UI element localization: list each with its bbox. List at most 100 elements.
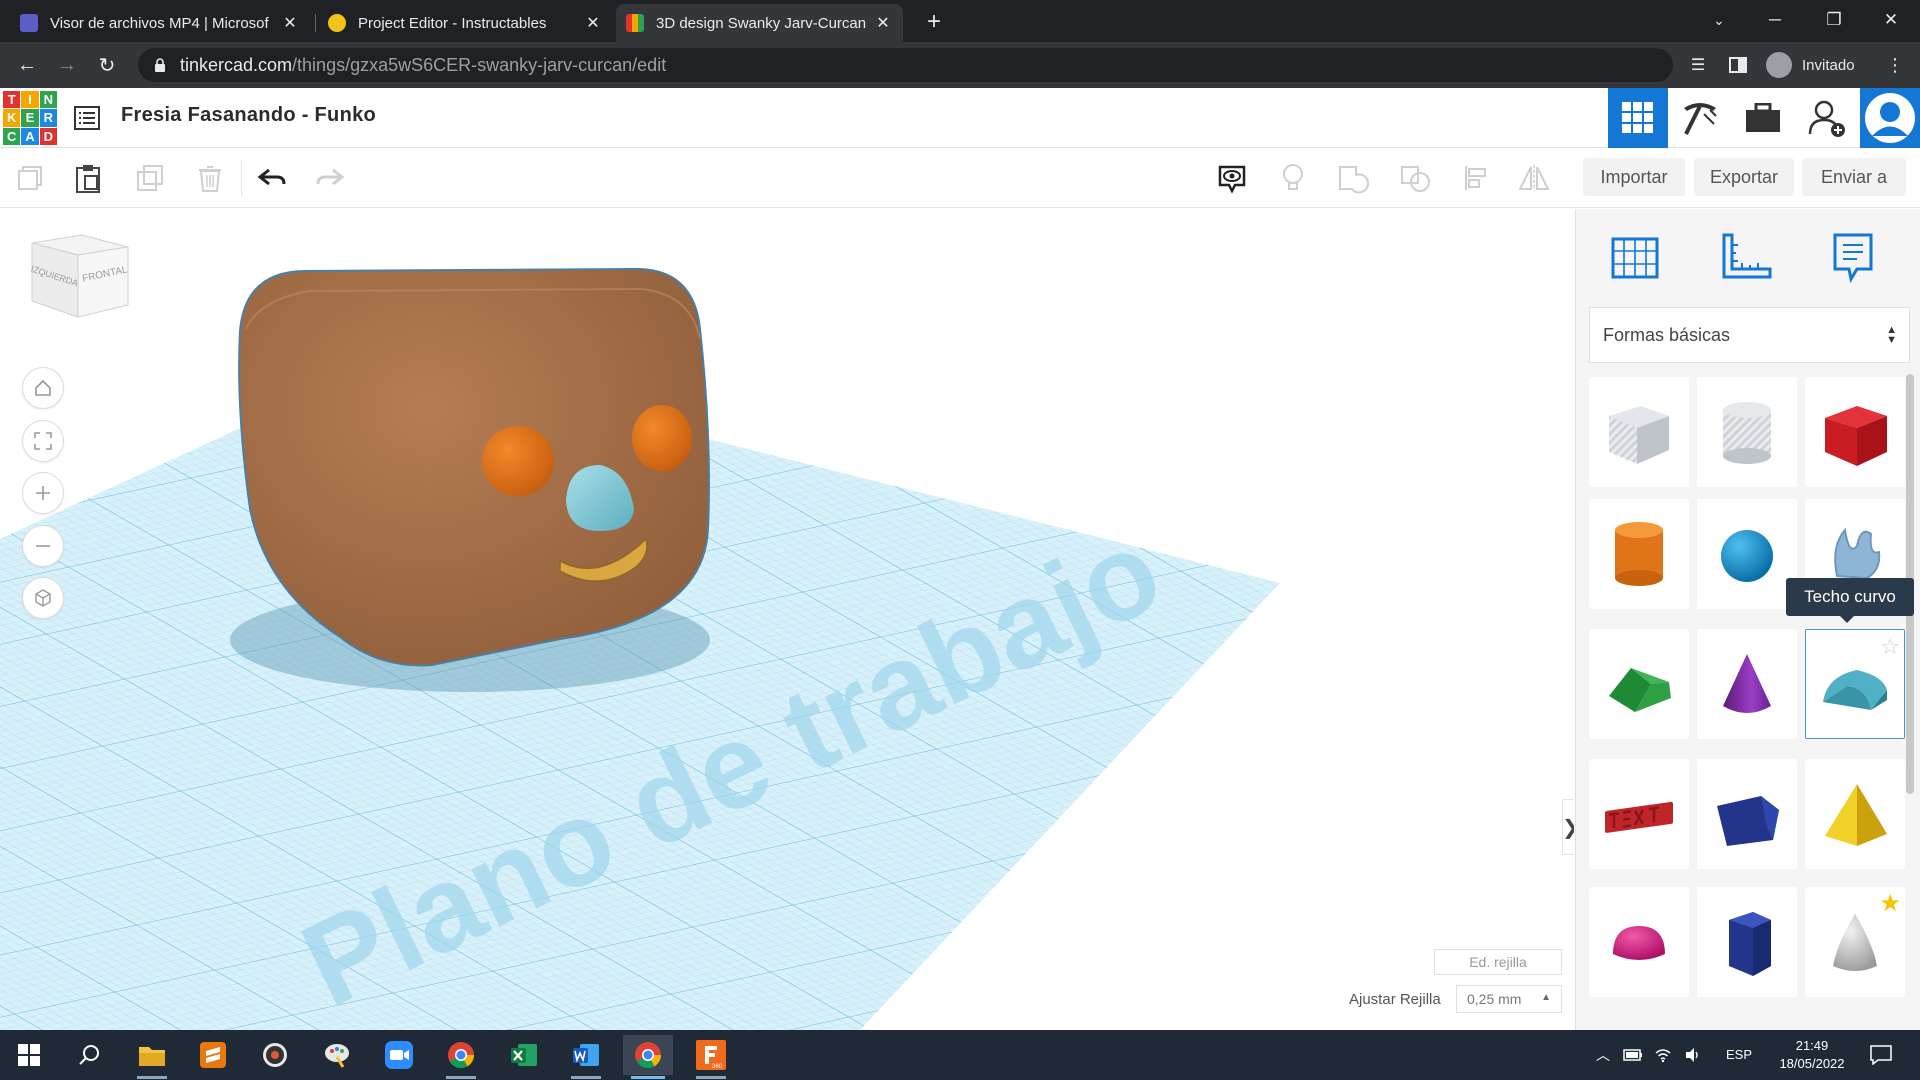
- project-title[interactable]: Fresia Fasanando - Funko: [121, 104, 376, 127]
- shape-tile-cylinder[interactable]: [1589, 499, 1689, 609]
- shape-tile-curved-roof[interactable]: ☆: [1805, 629, 1905, 739]
- ungroup-icon[interactable]: [1395, 158, 1435, 198]
- side-panel-icon[interactable]: [1723, 50, 1753, 80]
- shape-tile-text[interactable]: [1589, 759, 1689, 869]
- edit-grid-button[interactable]: Ed. rejilla: [1434, 949, 1562, 975]
- panel-scrollbar[interactable]: [1906, 374, 1914, 1014]
- shape-tile-paraboloid[interactable]: ★: [1805, 887, 1905, 997]
- workplane-viewport[interactable]: Plano de trabajo IZQUIERDA FRONTAL Ed. r…: [0, 209, 1574, 1030]
- shape-tile-cone[interactable]: [1697, 629, 1797, 739]
- zoom-app-icon[interactable]: [374, 1035, 424, 1075]
- shape-tile-half-sphere[interactable]: [1589, 887, 1689, 997]
- close-tab-icon[interactable]: ✕: [280, 13, 300, 33]
- excel-icon[interactable]: [499, 1035, 549, 1075]
- zoom-out-button[interactable]: [22, 525, 64, 567]
- shape-tile-polygon[interactable]: [1697, 887, 1797, 997]
- restore-icon[interactable]: ❐: [1806, 0, 1862, 40]
- tray-chevron-up-icon[interactable]: ︿: [1588, 1035, 1618, 1075]
- profile-button[interactable]: Invitado: [1766, 50, 1855, 80]
- copy-icon[interactable]: [10, 158, 50, 198]
- sublime-text-icon[interactable]: [188, 1035, 238, 1075]
- volume-icon[interactable]: [1678, 1035, 1708, 1075]
- align-icon[interactable]: [1456, 158, 1496, 198]
- design-list-icon[interactable]: [73, 104, 101, 132]
- file-explorer-icon[interactable]: [127, 1035, 177, 1079]
- input-language[interactable]: ESP: [1726, 1047, 1752, 1062]
- export-button[interactable]: Exportar: [1694, 158, 1794, 196]
- wifi-icon[interactable]: [1648, 1035, 1678, 1075]
- browser-menu-icon[interactable]: ⋮: [1880, 50, 1910, 80]
- delete-icon[interactable]: [190, 158, 230, 198]
- import-button[interactable]: Importar: [1583, 158, 1685, 196]
- tab-search-icon[interactable]: ⌄: [1691, 0, 1747, 40]
- send-to-button[interactable]: Enviar a: [1802, 158, 1906, 196]
- left-eye-shape[interactable]: [482, 426, 554, 496]
- show-all-icon[interactable]: [1212, 158, 1252, 198]
- tinkercad-logo[interactable]: T I N K E R C A D: [3, 91, 57, 145]
- zoom-in-button[interactable]: [22, 472, 64, 514]
- favorite-star-filled-icon[interactable]: ★: [1879, 889, 1901, 918]
- browser-tab-instructables[interactable]: Project Editor - Instructables ✕: [318, 4, 613, 42]
- select-arrows-icon: ▲ ▼: [1886, 324, 1897, 346]
- duplicate-icon[interactable]: [130, 158, 170, 198]
- logo-letter: I: [21, 91, 39, 109]
- forward-icon[interactable]: →: [52, 50, 82, 80]
- fusion-360-icon[interactable]: 360: [686, 1035, 736, 1079]
- back-icon[interactable]: ←: [12, 50, 42, 80]
- shape-tile-box[interactable]: [1805, 377, 1905, 487]
- new-tab-button[interactable]: +: [920, 8, 948, 36]
- fit-view-button[interactable]: [22, 420, 64, 462]
- word-icon[interactable]: [561, 1035, 611, 1079]
- user-avatar-button[interactable]: [1860, 88, 1920, 148]
- lock-icon: [155, 58, 165, 72]
- shape-tile-hole-box[interactable]: [1589, 377, 1689, 487]
- funko-head-shape[interactable]: [238, 267, 710, 667]
- address-bar[interactable]: tinkercad.com/things/gzxa5wS6CER-swanky-…: [138, 48, 1673, 82]
- close-window-icon[interactable]: ✕: [1863, 0, 1919, 40]
- right-eye-shape[interactable]: [632, 405, 692, 471]
- search-icon[interactable]: [64, 1035, 114, 1075]
- orthographic-view-button[interactable]: [22, 577, 64, 619]
- windows-taskbar: 360 ︿ ESP 21:49 18/05/2022: [0, 1030, 1920, 1080]
- browser-tab-mp4-viewer[interactable]: Visor de archivos MP4 | Microsof ✕: [10, 4, 310, 42]
- obs-icon[interactable]: [250, 1035, 300, 1075]
- browser-tab-tinkercad[interactable]: 3D design Swanky Jarv-Curcan | T ✕: [616, 4, 903, 42]
- paste-icon[interactable]: [68, 158, 108, 198]
- close-tab-icon[interactable]: ✕: [583, 13, 603, 33]
- lightbulb-icon[interactable]: [1273, 158, 1313, 198]
- close-tab-icon[interactable]: ✕: [873, 13, 893, 33]
- 3d-view-button[interactable]: [1608, 88, 1668, 148]
- redo-icon[interactable]: [310, 158, 350, 198]
- clock[interactable]: 21:49 18/05/2022: [1762, 1037, 1862, 1073]
- snap-grid-select[interactable]: 0,25 mm ▲: [1456, 985, 1562, 1013]
- shape-tile-pyramid[interactable]: [1805, 759, 1905, 869]
- notes-tool-button[interactable]: [1823, 227, 1883, 287]
- undo-icon[interactable]: [252, 158, 292, 198]
- minimize-icon[interactable]: ─: [1747, 0, 1803, 40]
- chrome-icon[interactable]: [436, 1035, 486, 1079]
- notifications-icon[interactable]: [1856, 1035, 1906, 1075]
- workplane-canvas[interactable]: Plano de trabajo: [0, 209, 1574, 1030]
- blocks-pickaxe-button[interactable]: [1670, 88, 1730, 148]
- shape-tile-sphere[interactable]: [1697, 499, 1797, 609]
- windows-start-icon[interactable]: [4, 1035, 54, 1075]
- collapse-panel-tab[interactable]: ❯: [1562, 799, 1574, 855]
- mirror-icon[interactable]: [1514, 158, 1554, 198]
- battery-icon[interactable]: [1618, 1035, 1648, 1075]
- paint-icon[interactable]: [312, 1035, 362, 1075]
- add-user-button[interactable]: [1797, 88, 1857, 148]
- circuits-button[interactable]: [1733, 88, 1793, 148]
- shape-tile-roof[interactable]: [1589, 629, 1689, 739]
- shape-tile-hole-cylinder[interactable]: [1697, 377, 1797, 487]
- ruler-tool-button[interactable]: [1716, 227, 1776, 287]
- workplane-tool-button[interactable]: [1605, 227, 1665, 287]
- reading-list-icon[interactable]: ☰: [1683, 50, 1713, 80]
- shape-tile-prism[interactable]: [1697, 759, 1797, 869]
- home-view-button[interactable]: [22, 367, 64, 409]
- chrome-active-icon[interactable]: [623, 1035, 673, 1079]
- view-cube[interactable]: IZQUIERDA FRONTAL: [24, 233, 134, 323]
- reload-icon[interactable]: ↻: [92, 50, 122, 80]
- favorite-star-icon[interactable]: ☆: [1880, 634, 1900, 660]
- group-icon[interactable]: [1333, 158, 1373, 198]
- shape-category-select[interactable]: Formas básicas ▲ ▼: [1589, 307, 1910, 363]
